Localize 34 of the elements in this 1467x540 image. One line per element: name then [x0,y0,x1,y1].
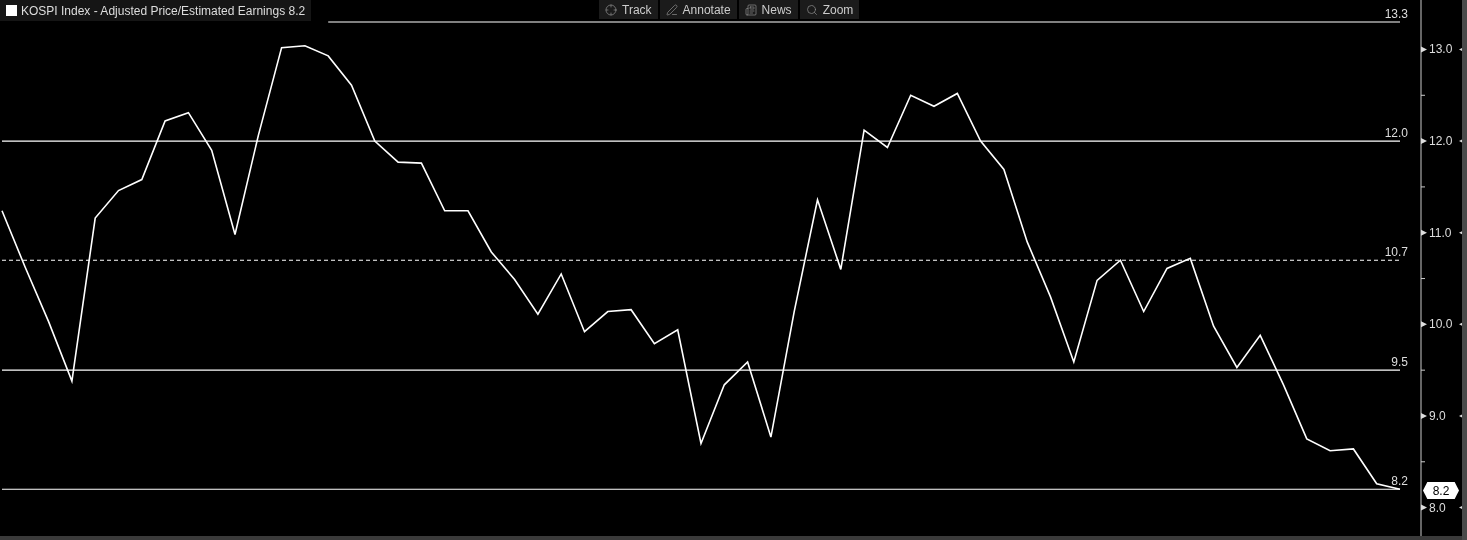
tick-marker [1421,229,1427,236]
last-value-badge: 8.2 [1423,482,1459,499]
minor-tick [1420,186,1426,188]
search-icon [805,3,818,16]
axis-tick-label: 8.0 [1429,500,1446,515]
axis-tick-label: 10.0 [1429,317,1453,332]
newspaper-icon [744,3,757,16]
scrollbar[interactable] [0,536,1462,540]
minor-tick [1420,461,1426,463]
axis-tick-label: 9.0 [1429,408,1446,423]
reference-label: 8.2 [1391,474,1408,489]
scrollbar[interactable] [1462,0,1467,540]
reference-label: 10.7 [1384,245,1408,260]
reference-label: 13.3 [1384,7,1408,21]
minor-tick [1420,94,1426,96]
minor-tick [1420,369,1426,371]
toolbar-button[interactable]: Track [599,0,658,19]
toolbar-button[interactable]: News [738,0,798,19]
reference-label: 9.5 [1391,355,1408,370]
legend-label: KOSPI Index - Adjusted Price/Estimated Earnings 8.2 [21,3,306,18]
toolbar-button[interactable]: Zoom [799,0,860,19]
tick-marker [1421,138,1427,145]
axis-tick-label: 12.0 [1429,134,1453,149]
toolbar-button[interactable]: Annotate [659,0,737,19]
reference-label: 12.0 [1384,126,1408,141]
tick-marker [1421,504,1427,511]
axis-tick-label: 11.0 [1429,225,1452,240]
tick-marker [1421,46,1427,53]
crosshair-icon [605,3,617,16]
tick-marker [1421,412,1427,419]
axis-tick-label: 13.0 [1429,42,1453,57]
tick-marker [1421,321,1427,328]
pen-icon [665,3,678,16]
minor-tick [1420,278,1426,280]
